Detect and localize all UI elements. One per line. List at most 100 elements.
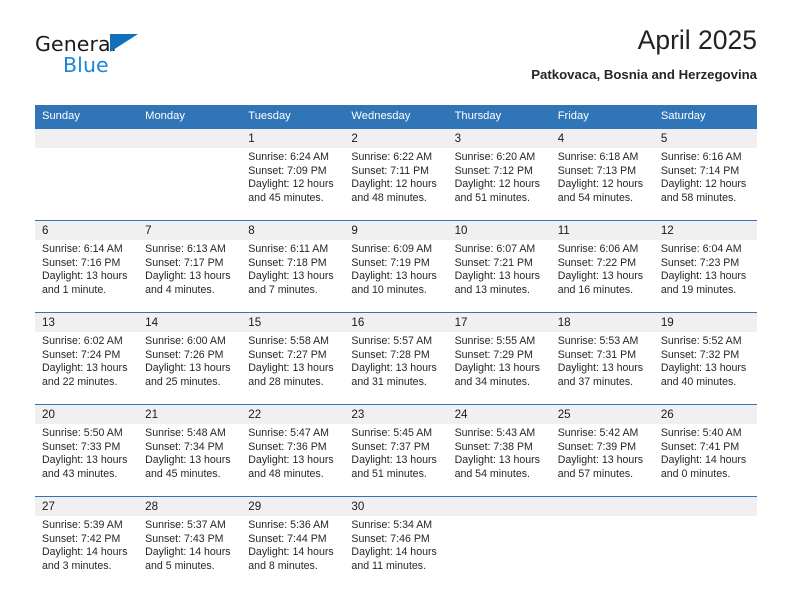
day-number[interactable]: 25 [551, 405, 654, 424]
weekday-friday: Friday [557, 110, 589, 122]
daylight-text: Daylight: 13 hours and 7 minutes. [248, 270, 334, 296]
day-cell[interactable] [35, 148, 138, 220]
day-cell[interactable]: Sunrise: 5:57 AM Sunset: 7:28 PM Dayligh… [344, 332, 447, 404]
day-number[interactable]: 4 [551, 129, 654, 148]
day-number[interactable]: 2 [344, 129, 447, 148]
day-cell[interactable]: Sunrise: 6:02 AM Sunset: 7:24 PM Dayligh… [35, 332, 138, 404]
daylight-text: Daylight: 13 hours and 48 minutes. [248, 454, 334, 480]
day-cell[interactable]: Sunrise: 5:39 AM Sunset: 7:42 PM Dayligh… [35, 516, 138, 588]
daylight-text: Daylight: 13 hours and 40 minutes. [660, 362, 747, 388]
day-cell[interactable]: Sunrise: 6:24 AM Sunset: 7:09 PM Dayligh… [241, 148, 344, 220]
day-number[interactable]: 14 [138, 313, 241, 332]
day-cell[interactable]: Sunrise: 6:09 AM Sunset: 7:19 PM Dayligh… [344, 240, 447, 312]
day-number[interactable]: 21 [138, 405, 241, 424]
day-number[interactable]: 18 [551, 313, 654, 332]
day-number[interactable]: 8 [241, 221, 344, 240]
daylight-text: Daylight: 13 hours and 4 minutes. [145, 270, 231, 296]
day-cell[interactable]: Sunrise: 5:37 AM Sunset: 7:43 PM Dayligh… [138, 516, 241, 588]
sunrise-text: Sunrise: 6:09 AM [351, 243, 433, 255]
day-number[interactable]: 29 [241, 497, 344, 516]
day-cell[interactable]: Sunrise: 6:06 AM Sunset: 7:22 PM Dayligh… [551, 240, 654, 312]
day-cell[interactable] [551, 516, 654, 588]
day-number-row: 27 28 29 30 [35, 497, 757, 516]
day-cell[interactable]: Sunrise: 5:53 AM Sunset: 7:31 PM Dayligh… [551, 332, 654, 404]
weekday-wednesday: Wednesday [351, 110, 411, 122]
day-number[interactable] [138, 129, 241, 148]
day-number[interactable] [35, 129, 138, 148]
day-number[interactable]: 12 [654, 221, 757, 240]
day-number[interactable]: 27 [35, 497, 138, 516]
daylight-text: Daylight: 12 hours and 54 minutes. [557, 178, 644, 204]
day-cell[interactable]: Sunrise: 5:40 AM Sunset: 7:41 PM Dayligh… [654, 424, 757, 496]
day-number[interactable]: 23 [344, 405, 447, 424]
day-number[interactable]: 19 [654, 313, 757, 332]
day-cell[interactable]: Sunrise: 5:52 AM Sunset: 7:32 PM Dayligh… [654, 332, 757, 404]
day-cell[interactable]: Sunrise: 6:16 AM Sunset: 7:14 PM Dayligh… [654, 148, 757, 220]
day-cell[interactable]: Sunrise: 6:11 AM Sunset: 7:18 PM Dayligh… [241, 240, 344, 312]
day-number[interactable]: 6 [35, 221, 138, 240]
daylight-text: Daylight: 14 hours and 11 minutes. [351, 546, 437, 572]
day-number[interactable]: 16 [344, 313, 447, 332]
day-number[interactable]: 1 [241, 129, 344, 148]
day-number[interactable] [654, 497, 757, 516]
day-cell[interactable]: Sunrise: 6:20 AM Sunset: 7:12 PM Dayligh… [448, 148, 551, 220]
day-number[interactable] [448, 497, 551, 516]
day-number[interactable]: 22 [241, 405, 344, 424]
brand-logo[interactable]: General Blue [35, 32, 215, 84]
day-cell[interactable]: Sunrise: 5:50 AM Sunset: 7:33 PM Dayligh… [35, 424, 138, 496]
day-number[interactable]: 15 [241, 313, 344, 332]
daylight-text: Daylight: 13 hours and 37 minutes. [557, 362, 644, 388]
day-number[interactable]: 28 [138, 497, 241, 516]
day-cell[interactable]: Sunrise: 6:14 AM Sunset: 7:16 PM Dayligh… [35, 240, 138, 312]
day-cell[interactable]: Sunrise: 6:18 AM Sunset: 7:13 PM Dayligh… [551, 148, 654, 220]
day-cell[interactable]: Sunrise: 5:58 AM Sunset: 7:27 PM Dayligh… [241, 332, 344, 404]
day-number[interactable]: 17 [448, 313, 551, 332]
day-number[interactable] [551, 497, 654, 516]
day-cell[interactable]: Sunrise: 5:45 AM Sunset: 7:37 PM Dayligh… [344, 424, 447, 496]
sunset-text: Sunset: 7:38 PM [454, 440, 533, 453]
day-cell[interactable] [448, 516, 551, 588]
day-cell[interactable]: Sunrise: 5:55 AM Sunset: 7:29 PM Dayligh… [448, 332, 551, 404]
day-number[interactable]: 3 [448, 129, 551, 148]
day-number[interactable]: 26 [654, 405, 757, 424]
daylight-text: Daylight: 13 hours and 1 minute. [42, 270, 128, 296]
weekday-header-row: Sunday Monday Tuesday Wednesday Thursday… [35, 105, 757, 128]
day-number[interactable]: 5 [654, 129, 757, 148]
day-cell[interactable]: Sunrise: 5:47 AM Sunset: 7:36 PM Dayligh… [241, 424, 344, 496]
day-number[interactable]: 20 [35, 405, 138, 424]
day-detail-row: Sunrise: 6:14 AM Sunset: 7:16 PM Dayligh… [35, 240, 757, 312]
sunrise-text: Sunrise: 6:02 AM [42, 335, 123, 347]
sunrise-text: Sunrise: 5:42 AM [557, 427, 639, 439]
daylight-text: Daylight: 13 hours and 25 minutes. [145, 362, 231, 388]
day-cell[interactable]: Sunrise: 6:00 AM Sunset: 7:26 PM Dayligh… [138, 332, 241, 404]
day-cell[interactable]: Sunrise: 5:43 AM Sunset: 7:38 PM Dayligh… [448, 424, 551, 496]
day-cell[interactable] [138, 148, 241, 220]
day-cell[interactable]: Sunrise: 5:48 AM Sunset: 7:34 PM Dayligh… [138, 424, 241, 496]
day-number[interactable]: 11 [551, 221, 654, 240]
day-cell[interactable]: Sunrise: 5:36 AM Sunset: 7:44 PM Dayligh… [241, 516, 344, 588]
sunrise-text: Sunrise: 6:07 AM [454, 243, 536, 255]
day-cell[interactable] [654, 516, 757, 588]
day-cell[interactable]: Sunrise: 6:04 AM Sunset: 7:23 PM Dayligh… [654, 240, 757, 312]
day-detail-row: Sunrise: 6:24 AM Sunset: 7:09 PM Dayligh… [35, 148, 757, 220]
day-number[interactable]: 24 [448, 405, 551, 424]
week-row: 6 7 8 9 10 11 12 Sunrise: 6:14 AM Sunset… [35, 220, 757, 312]
sunrise-text: Sunrise: 5:57 AM [351, 335, 433, 347]
sunrise-text: Sunrise: 5:39 AM [42, 519, 123, 531]
sunrise-text: Sunrise: 5:40 AM [660, 427, 742, 439]
day-cell[interactable]: Sunrise: 5:34 AM Sunset: 7:46 PM Dayligh… [344, 516, 447, 588]
day-number[interactable]: 13 [35, 313, 138, 332]
day-cell[interactable]: Sunrise: 5:42 AM Sunset: 7:39 PM Dayligh… [551, 424, 654, 496]
day-number[interactable]: 10 [448, 221, 551, 240]
daylight-text: Daylight: 13 hours and 13 minutes. [454, 270, 540, 296]
sunset-text: Sunset: 7:18 PM [248, 256, 327, 269]
day-number[interactable]: 7 [138, 221, 241, 240]
day-number[interactable]: 30 [344, 497, 447, 516]
day-cell[interactable]: Sunrise: 6:07 AM Sunset: 7:21 PM Dayligh… [448, 240, 551, 312]
day-cell[interactable]: Sunrise: 6:22 AM Sunset: 7:11 PM Dayligh… [344, 148, 447, 220]
day-cell[interactable]: Sunrise: 6:13 AM Sunset: 7:17 PM Dayligh… [138, 240, 241, 312]
daylight-text: Daylight: 13 hours and 45 minutes. [145, 454, 231, 480]
daylight-text: Daylight: 13 hours and 57 minutes. [557, 454, 644, 480]
day-number[interactable]: 9 [344, 221, 447, 240]
weekday-tuesday: Tuesday [248, 110, 291, 122]
